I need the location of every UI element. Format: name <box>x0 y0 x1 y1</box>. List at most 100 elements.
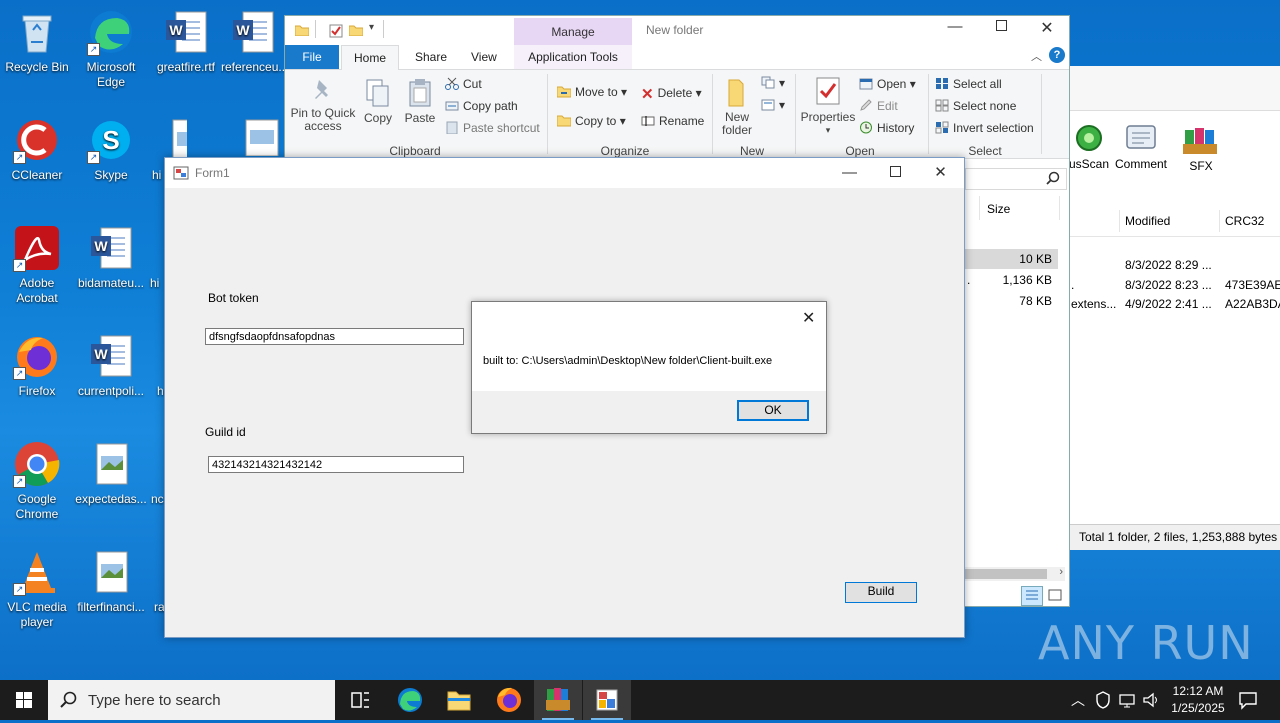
desktop-icon-bidamateu[interactable]: W bidamateu... <box>72 224 150 291</box>
comment-button[interactable]: Comment <box>1113 122 1169 171</box>
comment-icon <box>1126 125 1156 149</box>
vlc-cone-icon: ↗ <box>13 548 61 596</box>
taskbar-file-explorer[interactable] <box>435 680 483 720</box>
horizontal-scrollbar[interactable]: › <box>965 566 1065 581</box>
scrollbar-thumb[interactable] <box>965 569 1047 579</box>
close-button[interactable]: ✕ <box>918 158 963 187</box>
desktop-icon-recycle-bin[interactable]: Recycle Bin <box>0 8 76 75</box>
copy-to-button[interactable]: Copy to ▾ <box>556 114 626 128</box>
manage-context-tab[interactable]: Manage <box>514 18 632 45</box>
large-icons-view-button[interactable] <box>1045 586 1065 604</box>
svg-text:W: W <box>169 22 183 38</box>
select-all-button[interactable]: Select all <box>935 77 1002 91</box>
ok-button[interactable]: OK <box>737 400 809 421</box>
help-icon[interactable]: ? <box>1049 47 1065 63</box>
desktop-icon-image-partial[interactable] <box>244 118 280 157</box>
show-hidden-icons-chevron-icon[interactable]: ︿ <box>1071 690 1085 710</box>
tab-application-tools[interactable]: Application Tools <box>514 45 632 69</box>
open-button[interactable]: Open ▾ <box>859 77 916 91</box>
tab-file[interactable]: File <box>285 45 339 69</box>
rename-button[interactable]: Rename <box>641 114 704 128</box>
file-row-selected[interactable]: 10 KB <box>965 249 1058 269</box>
properties-button[interactable]: Properties ▾ <box>799 76 857 137</box>
new-item-button[interactable]: ▾ <box>761 76 785 90</box>
desktop-icon-firefox[interactable]: ↗ Firefox <box>0 332 76 399</box>
copy-button[interactable]: Copy <box>361 78 395 125</box>
details-view-button[interactable] <box>1021 586 1043 606</box>
tab-home[interactable]: Home <box>341 45 400 70</box>
archive-status-text: Total 1 folder, 2 files, 1,253,888 bytes <box>1079 530 1278 544</box>
new-folder-quick-icon[interactable] <box>348 24 364 39</box>
archive-row[interactable]: extens... 4/9/2022 2:41 ... A22AB3DA <box>1069 293 1280 315</box>
minimize-button[interactable]: — <box>935 18 975 35</box>
maximize-button[interactable] <box>873 158 918 187</box>
close-button[interactable]: ✕ <box>1027 18 1067 38</box>
shortcut-arrow-icon: ↗ <box>13 367 26 380</box>
column-crc32[interactable]: CRC32 <box>1225 214 1264 228</box>
volume-icon[interactable] <box>1142 691 1160 712</box>
defender-icon[interactable] <box>1096 691 1110 712</box>
search-box[interactable] <box>965 168 1067 190</box>
select-none-button[interactable]: Select none <box>935 99 1016 113</box>
desktop-icon-greatfire[interactable]: W greatfire.rtf <box>147 8 225 75</box>
cut-button[interactable]: Cut <box>445 77 482 91</box>
scroll-right-icon[interactable]: › <box>1059 566 1063 578</box>
desktop-icon-vlc[interactable]: ↗ VLC media player <box>0 548 76 630</box>
tab-share[interactable]: Share <box>403 45 459 69</box>
column-modified[interactable]: Modified <box>1125 214 1170 228</box>
taskbar-form-app[interactable] <box>583 680 631 720</box>
collapse-ribbon-icon[interactable]: ︿ <box>1031 48 1042 64</box>
search-icon <box>1046 171 1060 188</box>
guild-id-input[interactable]: 432143214321432142 <box>208 456 464 473</box>
history-button[interactable]: History <box>859 121 914 135</box>
desktop-icon-filterfinanci[interactable]: filterfinanci... <box>72 548 150 615</box>
bot-token-input[interactable]: dfsngfsdaopfdnsafopdnas <box>205 328 464 345</box>
chrome-icon: ↗ <box>13 440 61 488</box>
start-button[interactable] <box>0 680 48 720</box>
taskbar-winrar[interactable] <box>534 680 582 720</box>
taskbar-firefox[interactable] <box>485 680 533 720</box>
invert-selection-icon <box>935 121 949 134</box>
taskbar-search-box[interactable]: Type here to search <box>48 680 335 720</box>
explorer-window-title: New folder <box>646 23 704 37</box>
close-button[interactable]: ✕ <box>802 308 815 328</box>
properties-quick-icon[interactable] <box>329 24 343 41</box>
build-button[interactable]: Build <box>845 582 917 603</box>
task-view-button[interactable] <box>336 680 384 720</box>
desktop-icon-microsoft-edge[interactable]: ↗ Microsoft Edge <box>72 8 150 90</box>
edit-button[interactable]: Edit <box>859 99 898 113</box>
copy-path-button[interactable]: Copy path <box>445 99 518 113</box>
desktop-icon-nc[interactable]: nc <box>151 492 165 507</box>
paste-button[interactable]: Paste <box>401 78 439 125</box>
desktop-icon-ccleaner[interactable]: ↗ CCleaner <box>0 116 76 183</box>
pin-to-quick-access-button[interactable]: Pin to Quick access <box>289 78 357 133</box>
delete-button[interactable]: ✕ Delete ▾ <box>641 85 702 103</box>
sfx-button[interactable]: SFX <box>1173 122 1229 173</box>
edge-icon <box>398 688 422 712</box>
desktop-icon-skype[interactable]: S ↗ Skype <box>72 116 150 183</box>
minimize-button[interactable]: — <box>827 158 872 187</box>
notification-center-icon[interactable] <box>1238 690 1258 713</box>
network-icon[interactable] <box>1119 692 1135 711</box>
maximize-button[interactable] <box>981 20 1021 34</box>
paste-shortcut-button[interactable]: Paste shortcut <box>445 121 540 135</box>
desktop-icon-referenceu[interactable]: W referenceu... <box>221 8 285 75</box>
svg-text:W: W <box>94 346 108 362</box>
desktop-icon-google-chrome[interactable]: ↗ Google Chrome <box>0 440 76 522</box>
easy-access-button[interactable]: ▾ <box>761 98 785 112</box>
taskbar-clock[interactable]: 12:12 AM 1/25/2025 <box>1163 683 1233 717</box>
desktop-icon-adobe-acrobat[interactable]: ↗ Adobe Acrobat <box>0 224 76 306</box>
file-row[interactable]: . 1,136 KB <box>965 270 1058 290</box>
new-folder-button[interactable]: New folder <box>717 78 757 137</box>
archive-row[interactable]: 8/3/2022 8:29 ... <box>1069 254 1280 276</box>
tab-view[interactable]: View <box>459 45 509 69</box>
taskbar-edge[interactable] <box>386 680 434 720</box>
column-size[interactable]: Size <box>987 202 1010 216</box>
search-icon <box>60 691 78 712</box>
file-row[interactable]: 78 KB <box>965 291 1058 311</box>
desktop-icon-expectedas[interactable]: expectedas... <box>72 440 150 507</box>
move-to-button[interactable]: Move to ▾ <box>556 85 627 99</box>
desktop-icon-currentpoli[interactable]: W currentpoli... <box>72 332 150 399</box>
invert-selection-button[interactable]: Invert selection <box>935 121 1034 135</box>
quick-access-dropdown-icon[interactable]: ▾ <box>369 22 374 33</box>
